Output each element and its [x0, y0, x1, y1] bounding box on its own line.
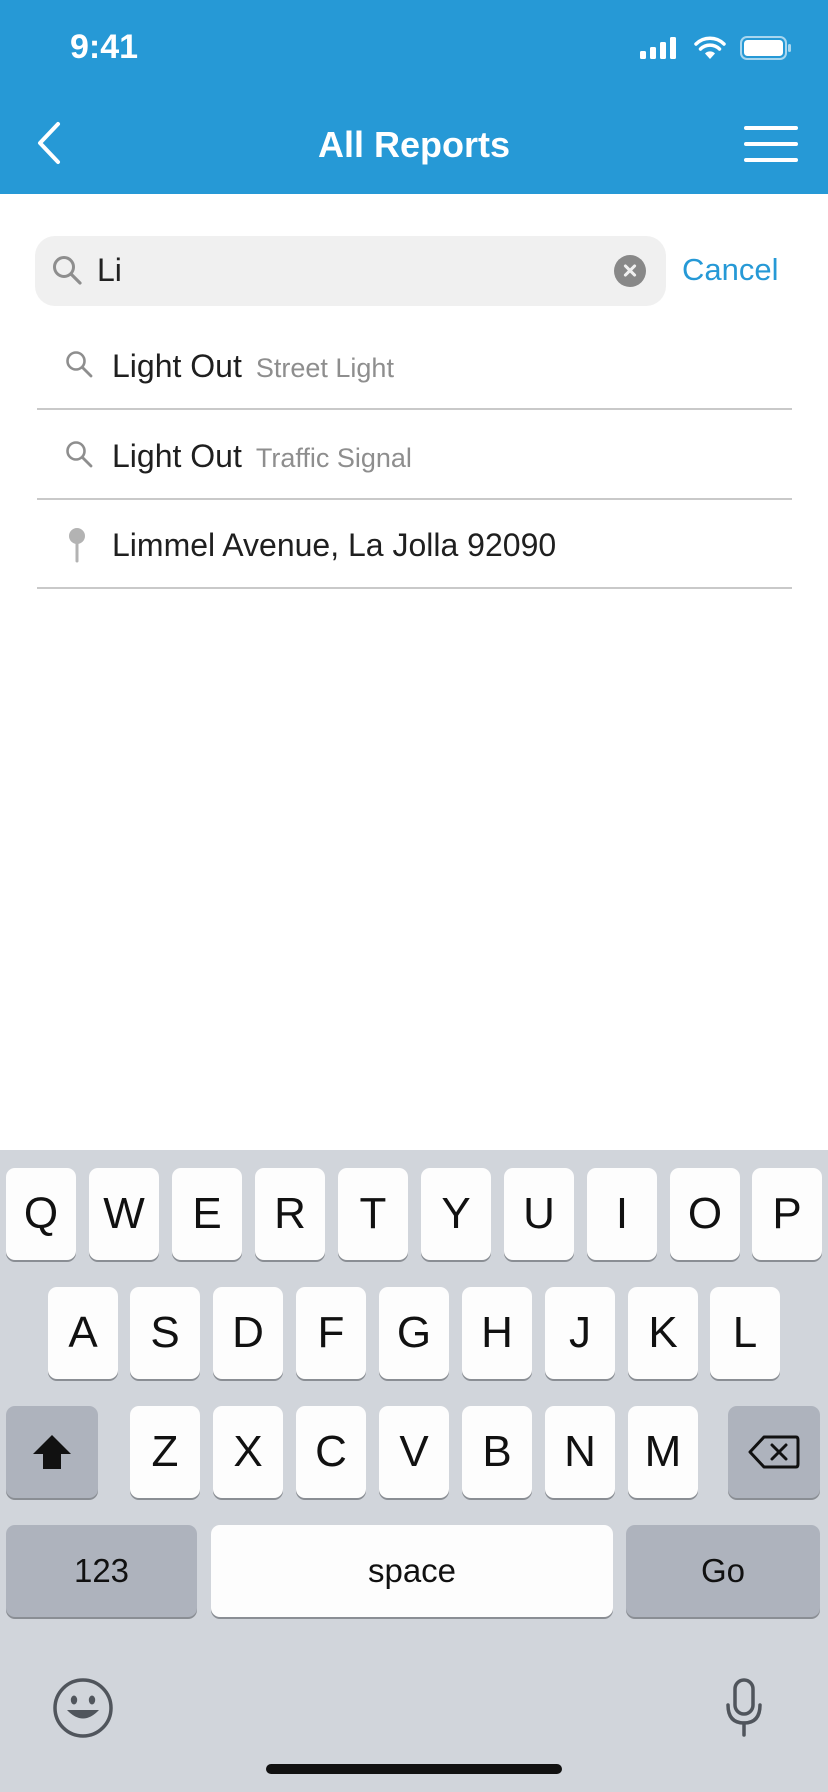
key-p[interactable]: P: [752, 1168, 822, 1260]
key-k[interactable]: K: [628, 1287, 698, 1379]
key-a[interactable]: A: [48, 1287, 118, 1379]
list-item[interactable]: Light Out Street Light: [37, 322, 792, 410]
app-header: 9:41 All Reports: [0, 0, 828, 194]
key-s[interactable]: S: [130, 1287, 200, 1379]
key-b[interactable]: B: [462, 1406, 532, 1498]
emoji-icon[interactable]: [52, 1677, 114, 1739]
key-i[interactable]: I: [587, 1168, 657, 1260]
cancel-button[interactable]: Cancel: [682, 252, 779, 288]
key-g[interactable]: G: [379, 1287, 449, 1379]
shift-key[interactable]: [6, 1406, 98, 1498]
result-subtitle: Street Light: [255, 353, 394, 383]
key-r[interactable]: R: [255, 1168, 325, 1260]
keyboard: Q W E R T Y U I O P A S D F G H J K L Z …: [0, 1150, 828, 1792]
space-key[interactable]: space: [211, 1525, 613, 1617]
page-title: All Reports: [317, 124, 511, 165]
key-j[interactable]: J: [545, 1287, 615, 1379]
key-w[interactable]: W: [89, 1168, 159, 1260]
key-o[interactable]: O: [670, 1168, 740, 1260]
search-icon: [53, 256, 82, 285]
search-icon: [66, 351, 93, 378]
wifi-icon: [694, 36, 726, 59]
search-field[interactable]: Li: [35, 236, 666, 306]
numbers-key[interactable]: 123: [6, 1525, 197, 1617]
signal-icon: [640, 37, 676, 59]
go-key[interactable]: Go: [626, 1525, 820, 1617]
list-item[interactable]: Limmel Avenue, La Jolla 92090: [37, 501, 792, 589]
key-y[interactable]: Y: [421, 1168, 491, 1260]
result-title: Light Out: [112, 348, 242, 384]
result-title: Limmel Avenue, La Jolla 92090: [112, 527, 557, 563]
key-l[interactable]: L: [710, 1287, 780, 1379]
key-q[interactable]: Q: [6, 1168, 76, 1260]
key-e[interactable]: E: [172, 1168, 242, 1260]
menu-button[interactable]: [744, 122, 800, 166]
hamburger-menu-icon: [744, 126, 798, 130]
result-subtitle: Traffic Signal: [255, 443, 412, 473]
key-z[interactable]: Z: [130, 1406, 200, 1498]
clear-icon[interactable]: [614, 255, 646, 287]
key-f[interactable]: F: [296, 1287, 366, 1379]
battery-icon: [740, 36, 791, 60]
delete-key[interactable]: [728, 1406, 820, 1498]
key-h[interactable]: H: [462, 1287, 532, 1379]
shift-icon: [33, 1435, 71, 1469]
key-n[interactable]: N: [545, 1406, 615, 1498]
key-t[interactable]: T: [338, 1168, 408, 1260]
map-pin-icon: [69, 528, 85, 563]
status-icons: [640, 36, 792, 60]
microphone-icon[interactable]: [724, 1677, 764, 1739]
key-x[interactable]: X: [213, 1406, 283, 1498]
key-d[interactable]: D: [213, 1287, 283, 1379]
backspace-icon: [748, 1435, 800, 1469]
home-indicator[interactable]: [266, 1764, 562, 1774]
search-icon: [66, 441, 93, 468]
list-item[interactable]: Light Out Traffic Signal: [37, 412, 792, 500]
status-time: 9:41: [70, 28, 139, 66]
search-input[interactable]: Li: [97, 252, 122, 289]
key-u[interactable]: U: [504, 1168, 574, 1260]
key-v[interactable]: V: [379, 1406, 449, 1498]
key-m[interactable]: M: [628, 1406, 698, 1498]
result-title: Light Out: [112, 438, 242, 474]
key-c[interactable]: C: [296, 1406, 366, 1498]
